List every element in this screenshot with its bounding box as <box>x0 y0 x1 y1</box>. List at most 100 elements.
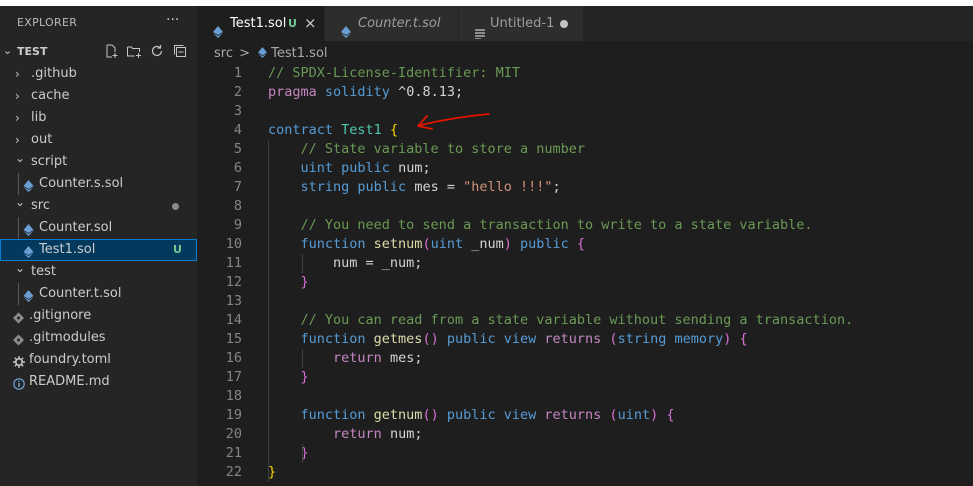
code-text: } <box>268 463 276 482</box>
line-number: 18 <box>225 388 242 404</box>
code-line[interactable]: 19 function getnum() public view returns… <box>197 406 973 425</box>
code-token: num; <box>389 426 423 442</box>
code-line[interactable]: 2 pragma solidity ^0.8.13; <box>197 83 973 102</box>
code-line[interactable]: 5 // State variable to store a number <box>197 140 973 159</box>
code-line[interactable]: 21 } <box>197 444 973 463</box>
code-text: // State variable to store a number <box>268 140 585 159</box>
code-text: return num; <box>268 425 422 444</box>
code-line[interactable]: 8 <box>197 197 973 216</box>
code-line[interactable]: 22} <box>197 463 973 482</box>
file-item[interactable]: README.md <box>0 371 197 393</box>
code-indent-guide <box>302 254 303 273</box>
code-line[interactable]: 13 <box>197 292 973 311</box>
code-token: // You need to send a transaction to wri… <box>300 217 813 233</box>
explorer-sidebar: EXPLORER ··· ⌄ TEST › .github › cache › lib › o… <box>0 6 197 486</box>
code-line[interactable]: 18 <box>197 387 973 406</box>
untracked-badge: U <box>288 17 297 30</box>
code-line[interactable]: 4 contract Test1 { <box>197 121 973 140</box>
new-file-icon[interactable] <box>103 43 119 59</box>
line-number: 2 <box>233 84 242 100</box>
file-item[interactable]: Counter.sol <box>0 217 197 239</box>
folder-item[interactable]: › lib <box>0 107 197 129</box>
folder-item[interactable]: ⌄ script <box>0 151 197 173</box>
folder-item[interactable]: ⌄ test <box>0 261 197 283</box>
code-text: num = _num; <box>268 254 422 273</box>
chevron-down-icon: ⌄ <box>15 151 26 165</box>
tree-item-label: cache <box>31 88 70 103</box>
code-line[interactable]: 17 } <box>197 368 973 387</box>
code-text: // You need to send a transaction to wri… <box>268 216 813 235</box>
code-line[interactable]: 16 return mes; <box>197 349 973 368</box>
line-number: 3 <box>233 103 242 119</box>
code-editor[interactable]: 1 // SPDX-License-Identifier: MIT 2 pragma … <box>197 64 973 482</box>
close-icon[interactable]: × <box>304 6 317 41</box>
code-line[interactable]: 6 uint public num; <box>197 159 973 178</box>
code-line[interactable]: 12 } <box>197 273 973 292</box>
ethereum-icon <box>258 45 268 58</box>
modified-dot-icon <box>172 203 179 210</box>
line-number: 20 <box>225 426 242 442</box>
collapse-all-icon[interactable] <box>172 43 188 59</box>
code-text: function getmes() public view returns (s… <box>268 330 748 349</box>
new-folder-icon[interactable] <box>126 43 142 59</box>
tab-untitled-1[interactable]: Untitled-1 <box>459 6 583 41</box>
line-number: 1 <box>233 65 242 81</box>
code-line[interactable]: 7 string public mes = "hello !!!"; <box>197 178 973 197</box>
breadcrumb-folder[interactable]: src <box>214 46 233 61</box>
file-item[interactable]: Counter.t.sol <box>0 283 197 305</box>
tab-test1-sol[interactable]: Test1.sol U × <box>197 6 324 41</box>
line-number: 4 <box>233 122 242 138</box>
tree-item-label: README.md <box>29 374 110 389</box>
breadcrumb-file[interactable]: Test1.sol <box>271 46 327 61</box>
unsaved-dot-icon[interactable] <box>560 20 568 28</box>
file-item[interactable]: .gitignore <box>0 305 197 327</box>
ethereum-icon <box>213 17 223 38</box>
code-token: returns <box>544 331 610 347</box>
tab-label: Counter.t.sol <box>358 16 441 31</box>
file-item[interactable]: .gitmodules <box>0 327 197 349</box>
code-line[interactable]: 20 return num; <box>197 425 973 444</box>
breadcrumb-separator: > <box>239 46 251 61</box>
code-text: // SPDX-License-Identifier: MIT <box>268 64 520 83</box>
tree-item-label: out <box>31 132 53 147</box>
tab-counter-t-sol[interactable]: Counter.t.sol <box>325 6 458 41</box>
folder-item[interactable]: › cache <box>0 85 197 107</box>
file-item[interactable]: foundry.toml <box>0 349 197 371</box>
code-line[interactable]: 3 <box>197 102 973 121</box>
folder-item[interactable]: › .github <box>0 63 197 85</box>
code-line[interactable]: 10 function setnum(uint _num) public { <box>197 235 973 254</box>
chevron-right-icon: › <box>15 67 20 81</box>
line-number: 9 <box>233 217 242 233</box>
code-token: // SPDX-License-Identifier: MIT <box>268 65 520 81</box>
tree-item-label: Counter.t.sol <box>39 286 122 301</box>
code-line[interactable]: 11 num = _num; <box>197 254 973 273</box>
code-line[interactable]: 15 function getmes() public view returns… <box>197 330 973 349</box>
line-number: 16 <box>225 350 242 366</box>
more-actions-icon[interactable]: ··· <box>166 12 179 28</box>
tree-item-label: Counter.sol <box>39 220 113 235</box>
code-line[interactable]: 1 // SPDX-License-Identifier: MIT <box>197 64 973 83</box>
line-number: 22 <box>225 464 242 480</box>
code-line[interactable]: 14 // You can read from a state variable… <box>197 311 973 330</box>
line-number: 17 <box>225 369 242 385</box>
chevron-down-icon: ⌄ <box>15 261 26 275</box>
code-token: _num <box>471 236 504 252</box>
file-item[interactable]: Counter.s.sol <box>0 173 197 195</box>
code-indent-guide <box>268 140 269 482</box>
code-token: pragma <box>268 84 325 100</box>
folder-item[interactable]: ⌄ src <box>0 195 197 217</box>
code-token: () <box>422 331 439 347</box>
folder-item[interactable]: › out <box>0 129 197 151</box>
refresh-icon[interactable] <box>149 43 165 59</box>
workspace-root[interactable]: ⌄ TEST <box>0 41 197 63</box>
file-item[interactable]: Test1.sol U <box>0 239 197 261</box>
code-line[interactable]: 9 // You need to send a transaction to w… <box>197 216 973 235</box>
code-token: setnum <box>373 236 423 252</box>
line-number: 19 <box>225 407 242 423</box>
line-number: 11 <box>225 255 242 271</box>
